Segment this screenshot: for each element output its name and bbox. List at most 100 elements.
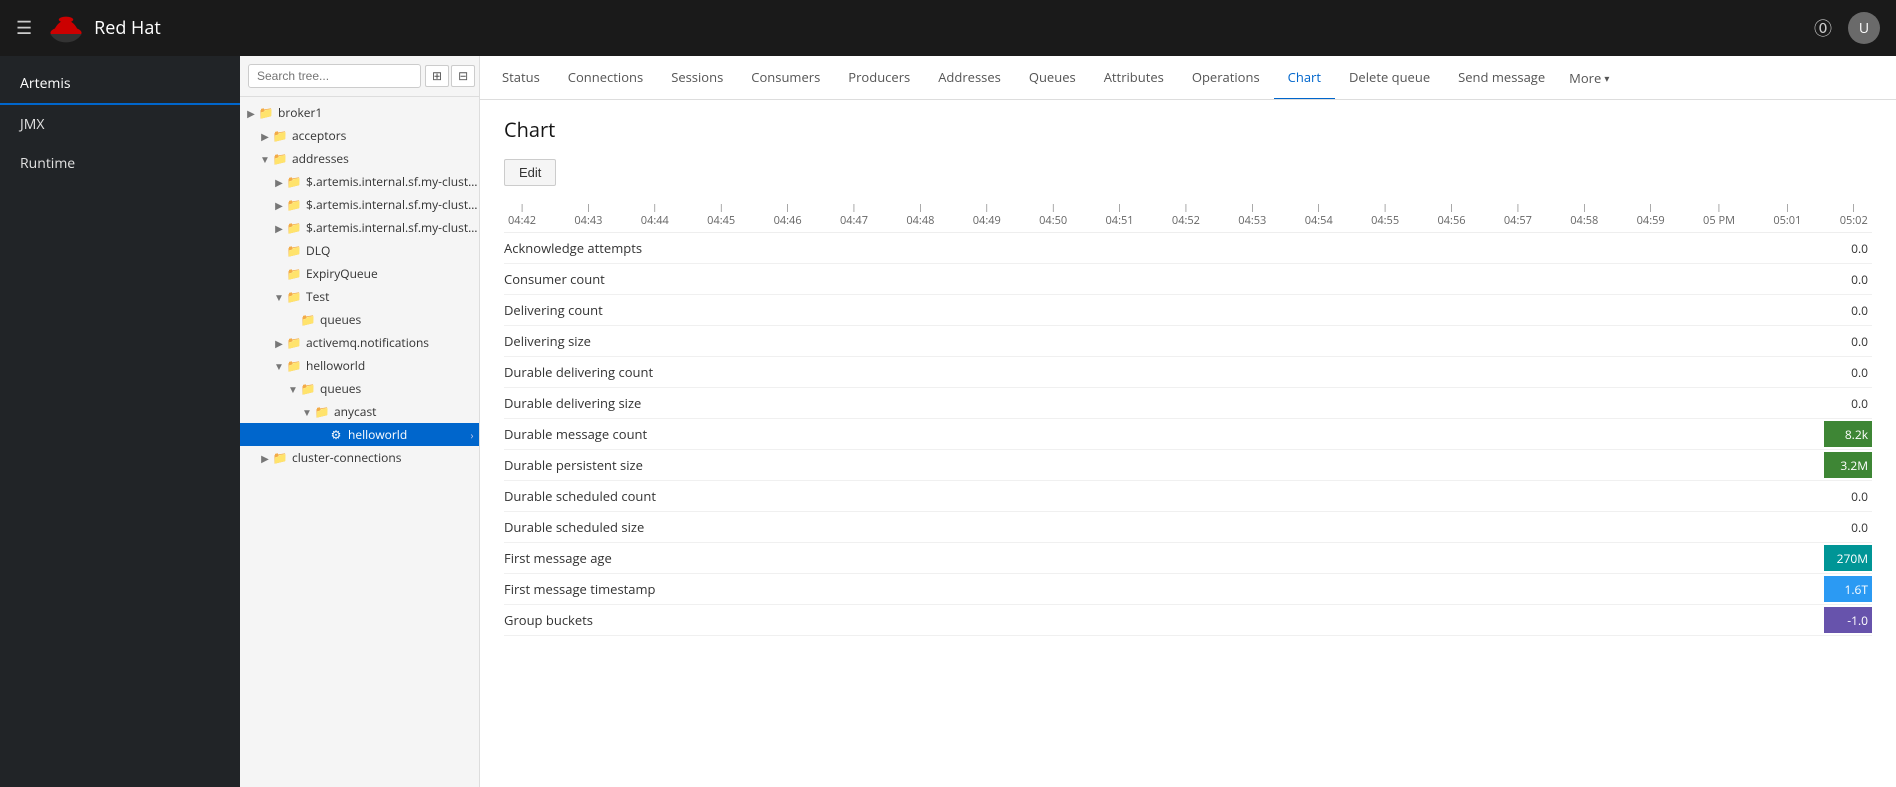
- content-area: StatusConnectionsSessionsConsumersProduc…: [480, 56, 1896, 787]
- chart-row-value-durable-scheduled-size: 0.0: [1851, 519, 1872, 536]
- tree-node-addresses[interactable]: ▼📁addresses: [240, 147, 479, 170]
- tree-node-helloworld-queue[interactable]: ⚙helloworld›: [240, 423, 479, 446]
- tree-node-helloworld[interactable]: ▼📁helloworld: [240, 354, 479, 377]
- tree-node-dlq[interactable]: 📁DLQ: [240, 239, 479, 262]
- timeline-tick: 04:43: [574, 202, 602, 228]
- chart-row-bar-area-durable-message-count: 8.2k: [724, 419, 1872, 449]
- collapse-all-button[interactable]: ⊟: [451, 65, 475, 87]
- main-layout: Artemis JMX Runtime ⊞ ⊟ ▶📁broker1▶📁accep…: [0, 56, 1896, 787]
- tab-connections[interactable]: Connections: [554, 56, 657, 100]
- tree-folder-icon-artemis-internal-2: 📁: [286, 196, 302, 213]
- tree-folder-icon-helloworld: 📁: [286, 357, 302, 374]
- chart-row-value-durable-scheduled-count: 0.0: [1851, 488, 1872, 505]
- chart-row-bar-area-durable-scheduled-count: 0.0: [724, 481, 1872, 511]
- tree-node-artemis-internal-2[interactable]: ▶📁$.artemis.internal.sf.my-cluster....: [240, 193, 479, 216]
- tab-chart[interactable]: Chart: [1274, 56, 1335, 100]
- tree-node-hw-queues[interactable]: ▼📁queues: [240, 377, 479, 400]
- chart-bar-durable-persistent-size: 3.2M: [1824, 452, 1872, 478]
- chart-row-label-durable-scheduled-count: Durable scheduled count: [504, 481, 724, 511]
- tab-delete-queue[interactable]: Delete queue: [1335, 56, 1444, 100]
- tab-sessions[interactable]: Sessions: [657, 56, 737, 100]
- timeline-tick: 04:57: [1504, 202, 1532, 228]
- tree-folder-icon-addresses: 📁: [272, 150, 288, 167]
- hamburger-menu-icon[interactable]: ☰: [16, 16, 32, 40]
- timeline-tick: 04:44: [641, 202, 669, 228]
- timeline-tick: 05:02: [1840, 202, 1868, 228]
- brand-logo: Red Hat: [48, 10, 161, 46]
- chart-row-bar-area-ack-attempts: 0.0: [724, 233, 1872, 263]
- tree-folder-icon-test: 📁: [286, 288, 302, 305]
- tree-arrow-artemis-internal-2: ▶: [272, 198, 286, 212]
- tree-arrow-test: ▼: [272, 290, 286, 304]
- tree-label-addresses: addresses: [292, 150, 479, 167]
- tree-expand-chevron[interactable]: ›: [465, 428, 479, 442]
- chart-row-bar-area-first-message-timestamp: 1.6T: [724, 574, 1872, 604]
- tree-folder-icon-acceptors: 📁: [272, 127, 288, 144]
- chart-bar-durable-message-count: 8.2k: [1824, 421, 1872, 447]
- timeline-tick: 04:58: [1570, 202, 1598, 228]
- edit-button[interactable]: Edit: [504, 159, 556, 186]
- tree-node-anycast[interactable]: ▼📁anycast: [240, 400, 479, 423]
- tab-consumers[interactable]: Consumers: [737, 56, 834, 100]
- tree-node-expiryqueue[interactable]: 📁ExpiryQueue: [240, 262, 479, 285]
- expand-all-button[interactable]: ⊞: [425, 65, 449, 87]
- tab-attributes[interactable]: Attributes: [1090, 56, 1178, 100]
- user-avatar[interactable]: U: [1848, 12, 1880, 44]
- tree-arrow-artemis-internal-1: ▶: [272, 175, 286, 189]
- tree-node-test-queues[interactable]: 📁queues: [240, 308, 479, 331]
- tree-label-broker1: broker1: [278, 104, 479, 121]
- tree-node-artemis-internal-3[interactable]: ▶📁$.artemis.internal.sf.my-cluster....: [240, 216, 479, 239]
- chart-row-bar-area-consumer-count: 0.0: [724, 264, 1872, 294]
- chart-row-group-buckets: Group buckets-1.0: [504, 605, 1872, 636]
- tree-label-cluster-connections: cluster-connections: [292, 449, 479, 466]
- search-input[interactable]: [248, 64, 421, 88]
- chart-row-label-durable-scheduled-size: Durable scheduled size: [504, 512, 724, 542]
- chart-row-bar-area-durable-delivering-size: 0.0: [724, 388, 1872, 418]
- tab-addresses[interactable]: Addresses: [924, 56, 1015, 100]
- tree-label-helloworld: helloworld: [306, 357, 479, 374]
- tree-label-artemis-internal-2: $.artemis.internal.sf.my-cluster....: [306, 196, 479, 213]
- chart-row-label-ack-attempts: Acknowledge attempts: [504, 233, 724, 263]
- tab-queues[interactable]: Queues: [1015, 56, 1090, 100]
- sidebar-item-runtime[interactable]: Runtime: [0, 144, 240, 183]
- redhat-hat-icon: [48, 10, 84, 46]
- tree-node-activemq-notif[interactable]: ▶📁activemq.notifications: [240, 331, 479, 354]
- timeline-tick: 04:51: [1106, 202, 1134, 228]
- tree-node-broker1[interactable]: ▶📁broker1: [240, 101, 479, 124]
- timeline-tick: 04:48: [906, 202, 934, 228]
- tree-label-helloworld-queue: helloworld: [348, 426, 465, 443]
- tree-folder-icon-anycast: 📁: [314, 403, 330, 420]
- tree-node-acceptors[interactable]: ▶📁acceptors: [240, 124, 479, 147]
- tab-more-button[interactable]: More▾: [1559, 57, 1619, 99]
- chart-row-label-first-message-age: First message age: [504, 543, 724, 573]
- timeline-tick: 05 PM: [1703, 202, 1735, 228]
- tree-node-cluster-connections[interactable]: ▶📁cluster-connections: [240, 446, 479, 469]
- tree-area: ⊞ ⊟ ▶📁broker1▶📁acceptors▼📁addresses▶📁$.a…: [240, 56, 480, 787]
- tree-search-icons: ⊞ ⊟: [425, 65, 475, 87]
- tree-node-artemis-internal-1[interactable]: ▶📁$.artemis.internal.sf.my-cluster....: [240, 170, 479, 193]
- tree-folder-icon-artemis-internal-3: 📁: [286, 219, 302, 236]
- tab-status[interactable]: Status: [488, 56, 554, 100]
- sidebar-item-artemis[interactable]: Artemis: [0, 64, 240, 105]
- tab-producers[interactable]: Producers: [834, 56, 924, 100]
- timeline-tick: 04:46: [774, 202, 802, 228]
- chart-row-consumer-count: Consumer count0.0: [504, 264, 1872, 295]
- navbar: ☰ Red Hat ⓪ U: [0, 0, 1896, 56]
- sidebar: Artemis JMX Runtime: [0, 56, 240, 787]
- page-title: Chart: [504, 116, 1872, 143]
- timeline-tick: 04:49: [973, 202, 1001, 228]
- help-icon[interactable]: ⓪: [1814, 15, 1832, 41]
- timeline-tick: 04:45: [707, 202, 735, 228]
- timeline-tick: 04:55: [1371, 202, 1399, 228]
- tab-send-message[interactable]: Send message: [1444, 56, 1559, 100]
- tree-label-dlq: DLQ: [306, 242, 479, 259]
- chart-row-ack-attempts: Acknowledge attempts0.0: [504, 233, 1872, 264]
- chart-row-label-first-message-timestamp: First message timestamp: [504, 574, 724, 604]
- sidebar-item-jmx[interactable]: JMX: [0, 105, 240, 144]
- chart-row-label-durable-delivering-count: Durable delivering count: [504, 357, 724, 387]
- tree-arrow-activemq-notif: ▶: [272, 336, 286, 350]
- tree-node-test[interactable]: ▼📁Test: [240, 285, 479, 308]
- tab-operations[interactable]: Operations: [1178, 56, 1274, 100]
- tree-label-anycast: anycast: [334, 403, 479, 420]
- tree-folder-icon-activemq-notif: 📁: [286, 334, 302, 351]
